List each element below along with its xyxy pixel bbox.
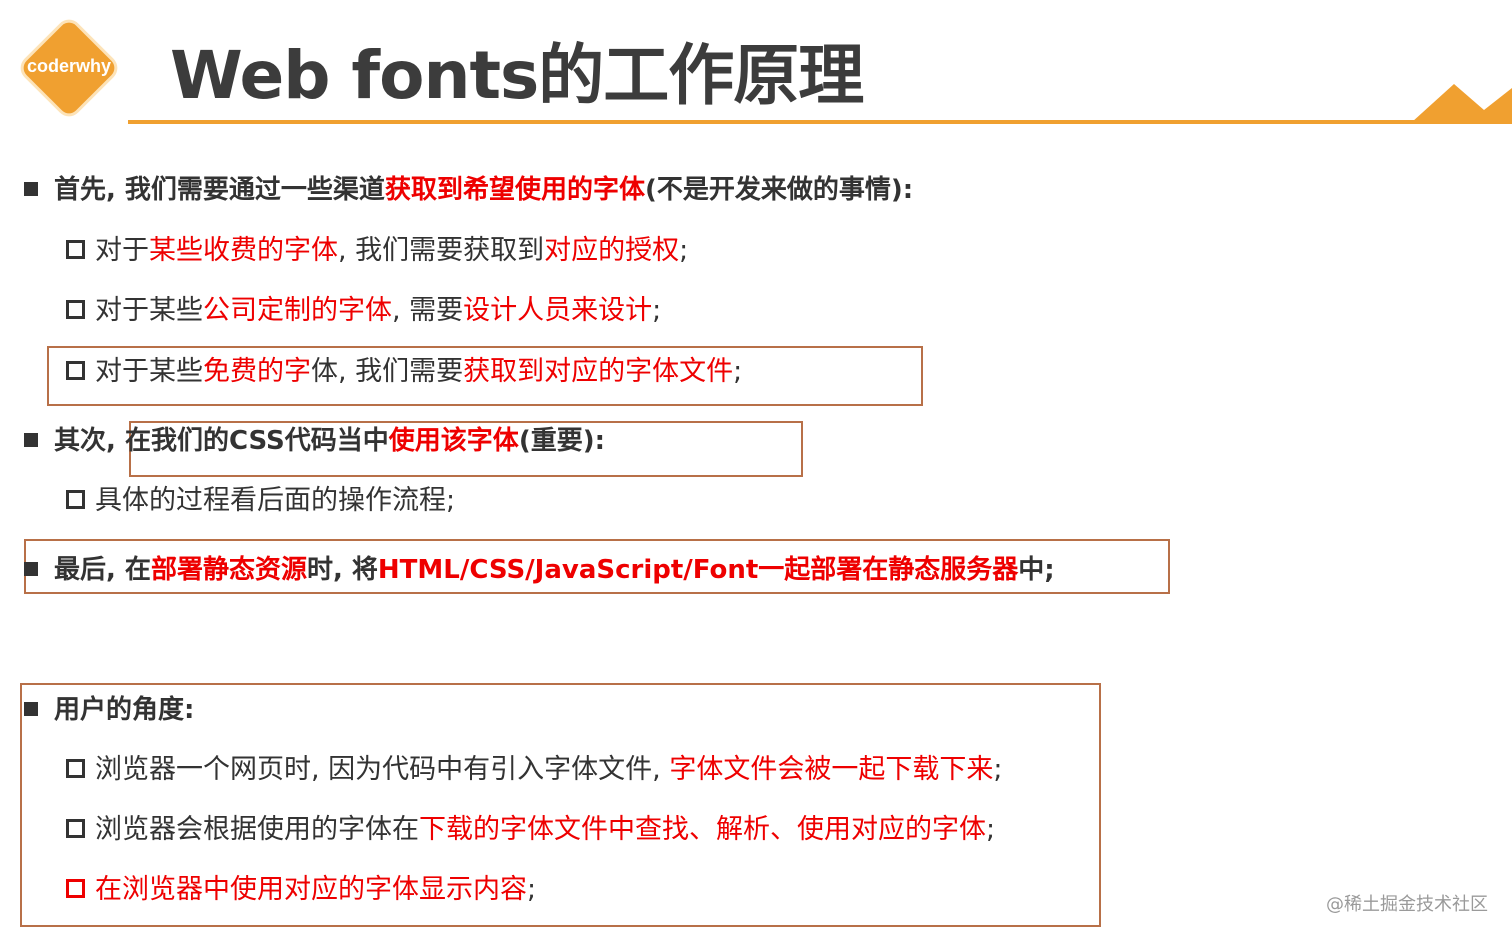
- section-second-highlight: 使用该字体: [388, 426, 519, 456]
- square-bullet-icon: [24, 701, 38, 716]
- section-user-heading: 用户的角度:: [24, 693, 194, 727]
- item-highlight: 字体文件会被一起下载下来: [669, 754, 994, 785]
- hollow-square-bullet-icon: [66, 300, 85, 319]
- square-bullet-icon: [24, 181, 38, 196]
- section-user-heading-text: 用户的角度:: [54, 695, 195, 725]
- item-text: ;: [527, 874, 537, 905]
- item-text: ;: [733, 356, 743, 387]
- section-first-text: 首先, 我们需要通过一些渠道: [54, 175, 385, 205]
- corner-decoration: [1412, 84, 1512, 122]
- item-text: 浏览器会根据使用的字体在: [95, 814, 419, 845]
- section-second: 其次, 在我们的CSS代码当中使用该字体(重要):: [24, 424, 605, 458]
- section-third-highlight: 部署静态资源: [150, 555, 307, 585]
- item-highlight: 获取到对应的字体文件: [463, 356, 734, 387]
- section-second-note: (重要):: [518, 426, 605, 456]
- section-first-note: (不是开发来做的事情):: [644, 175, 914, 205]
- square-bullet-icon: [24, 432, 38, 447]
- item-highlight: 对应的授权: [544, 235, 680, 266]
- section-second-text: 在我们的CSS代码当中: [124, 426, 389, 456]
- list-item: 具体的过程看后面的操作流程;: [66, 484, 455, 518]
- list-item: 浏览器会根据使用的字体在下载的字体文件中查找、解析、使用对应的字体;: [66, 813, 995, 847]
- item-text: ;: [993, 754, 1003, 785]
- section-first-highlight: 获取到希望使用的字体: [384, 175, 645, 205]
- section-first: 首先, 我们需要通过一些渠道获取到希望使用的字体(不是开发来做的事情):: [24, 173, 913, 207]
- title-underline: [128, 120, 1512, 124]
- square-bullet-icon: [24, 561, 38, 576]
- item-highlight: 下载的字体文件中查找、解析、使用对应的字体: [419, 814, 986, 845]
- section-third-text: 时, 将: [306, 555, 378, 585]
- item-text: ;: [679, 235, 689, 266]
- item-text: 具体的过程看后面的操作流程;: [95, 485, 456, 516]
- hollow-square-bullet-icon: [66, 490, 85, 509]
- list-item: 对于某些收费的字体, 我们需要获取到对应的授权;: [66, 234, 688, 268]
- item-highlight: 某些收费的字体: [149, 235, 338, 266]
- list-item: 浏览器一个网页时, 因为代码中有引入字体文件, 字体文件会被一起下载下来;: [66, 753, 1002, 787]
- list-item: 对于某些免费的字体, 我们需要获取到对应的字体文件;: [66, 355, 742, 389]
- item-highlight: 免费的字: [203, 356, 311, 387]
- list-item: 对于某些公司定制的字体, 需要设计人员来设计;: [66, 294, 661, 328]
- item-text: 对于: [95, 235, 149, 266]
- hollow-square-bullet-icon: [66, 759, 85, 778]
- item-highlight: 公司定制的字体: [203, 295, 392, 326]
- hollow-square-bullet-icon: [66, 879, 85, 898]
- item-text: ;: [652, 295, 662, 326]
- page-title: Web fonts的工作原理: [170, 37, 864, 114]
- item-text: 对于某些: [95, 295, 203, 326]
- item-text: , 需要: [392, 295, 464, 326]
- item-text: ;: [986, 814, 996, 845]
- section-second-text: 其次,: [54, 426, 125, 456]
- item-text: 体, 我们需要: [311, 356, 464, 387]
- section-third: 最后, 在部署静态资源时, 将HTML/CSS/JavaScript/Font一…: [24, 553, 1055, 587]
- hollow-square-bullet-icon: [66, 361, 85, 380]
- list-item: 在浏览器中使用对应的字体显示内容;: [66, 873, 536, 907]
- item-highlight: 设计人员来设计: [463, 295, 653, 326]
- item-text: 对于某些: [95, 356, 203, 387]
- section-third-text: 中;: [1018, 555, 1055, 585]
- hollow-square-bullet-icon: [66, 819, 85, 838]
- section-third-highlight: HTML/CSS/JavaScript/Font一起部署在静态服务器: [377, 555, 1019, 585]
- section-third-text: 最后, 在: [54, 555, 151, 585]
- logo-text: coderwhy: [26, 56, 112, 76]
- logo: coderwhy: [14, 13, 124, 123]
- hollow-square-bullet-icon: [66, 240, 85, 259]
- item-highlight: 在浏览器中使用对应的字体显示内容: [95, 874, 527, 905]
- item-text: , 我们需要获取到: [338, 235, 545, 266]
- item-text: 浏览器一个网页时, 因为代码中有引入字体文件,: [95, 754, 670, 785]
- watermark: @稀土掘金技术社区: [1326, 894, 1488, 915]
